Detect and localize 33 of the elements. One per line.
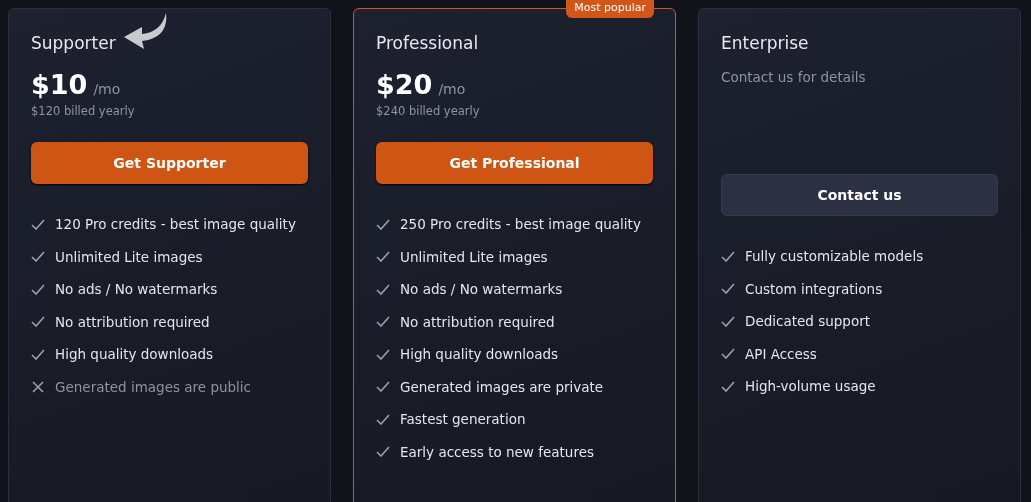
feature-text: Generated images are private xyxy=(400,378,604,395)
feature-text: No attribution required xyxy=(55,313,210,330)
feature-text: No ads / No watermarks xyxy=(55,281,218,298)
feature-text: Fully customizable models xyxy=(745,248,924,265)
plan-button[interactable]: Get Supporter xyxy=(31,142,308,184)
feature-text: High quality downloads xyxy=(400,346,559,363)
price-period: /mo xyxy=(93,81,121,97)
plan-name: Enterprise xyxy=(721,32,809,55)
billing-note: $240 billed yearly xyxy=(376,104,481,118)
feature-text: 250 Pro credits - best image quality xyxy=(400,216,641,233)
contact-button[interactable]: Contact us xyxy=(721,174,998,216)
feature-text: Dedicated support xyxy=(745,313,870,330)
plan-name: Supporter xyxy=(31,32,116,55)
plan-name: Professional xyxy=(376,32,479,55)
feature-text: No attribution required xyxy=(400,313,555,330)
feature-text: No ads / No watermarks xyxy=(400,281,563,298)
feature-text: 120 Pro credits - best image quality xyxy=(55,216,296,233)
price-amount: $10 xyxy=(31,69,88,100)
feature-text: API Access xyxy=(745,345,817,362)
popular-badge: Most popular xyxy=(566,0,654,18)
feature-text: Unlimited Lite images xyxy=(55,248,203,265)
feature-text: Unlimited Lite images xyxy=(400,248,548,265)
feature-text: Fastest generation xyxy=(400,411,526,428)
feature-text: High quality downloads xyxy=(55,346,214,363)
plan-button[interactable]: Get Professional xyxy=(376,142,653,184)
plan-subtitle: Contact us for details xyxy=(721,69,867,87)
feature-text: High-volume usage xyxy=(745,378,876,395)
billing-note: $120 billed yearly xyxy=(31,104,136,118)
feature-text: Custom integrations xyxy=(745,280,883,297)
feature-text: Early access to new features xyxy=(400,443,594,460)
feature-text: Generated images are public xyxy=(55,378,252,395)
price-period: /mo xyxy=(438,81,466,97)
price-amount: $20 xyxy=(376,69,433,100)
